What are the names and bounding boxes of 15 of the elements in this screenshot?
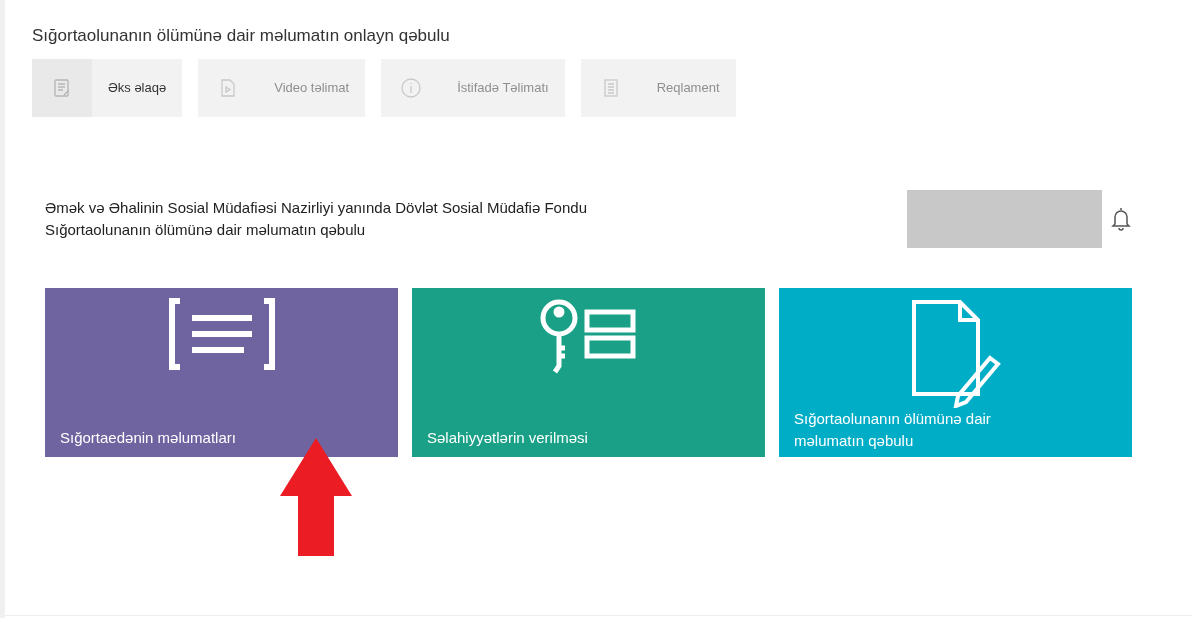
header-text: Əmək və Əhalinin Sosial Müdafiəsi Nazirliyi yanında Dövlət Sosial Müdafiə Fondu — [45, 198, 588, 218]
tile-button[interactable]: Səlahiyyətlərin verilməsi — [412, 288, 765, 457]
toolbar-button[interactable]: Əks əlaqə — [32, 59, 183, 117]
notepad-icon — [52, 78, 72, 98]
document-pencil-icon — [909, 298, 1002, 408]
tile-button[interactable]: Sığortaolunanın ölümünə dair məlumatın qəbulu — [779, 288, 1132, 457]
header-text: Sığortaolunanın ölümünə dair məlumatın qəbulu — [45, 220, 367, 240]
key-list-icon — [538, 298, 639, 374]
document-icon — [601, 78, 620, 98]
bracketed-list-icon — [167, 298, 276, 370]
tile-button[interactable]: Sığortaedənin məlumatları — [45, 288, 398, 457]
page-title: Sığortaolunanın ölümünə dair məlumatın onlayn qəbulu — [32, 25, 451, 47]
bell-icon[interactable] — [1110, 206, 1132, 232]
info-icon — [400, 77, 423, 99]
video-file-icon — [219, 78, 238, 98]
